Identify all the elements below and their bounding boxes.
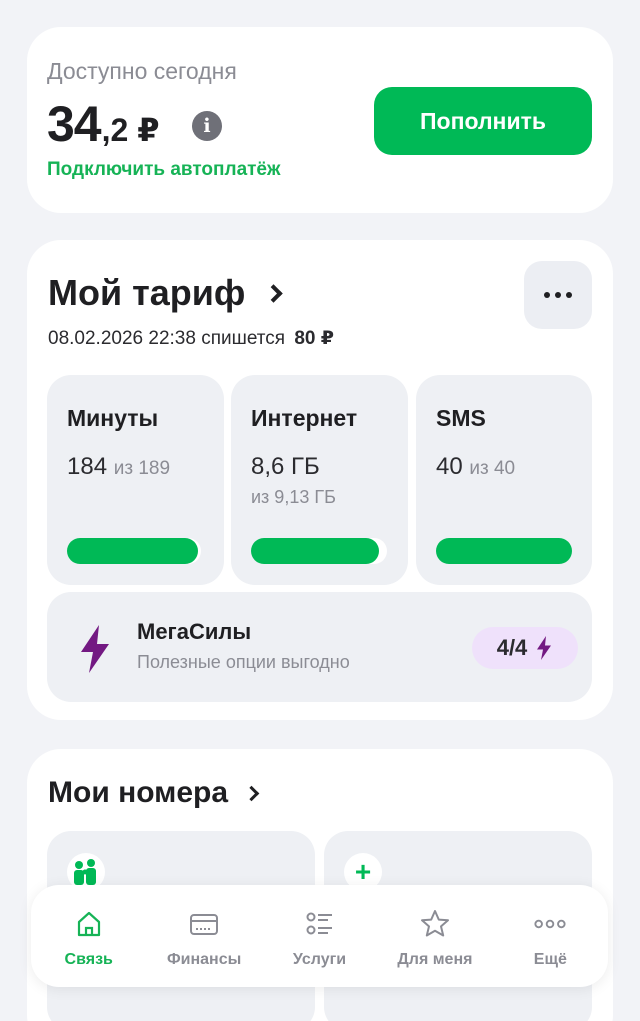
megasily-title: МегаСилы	[137, 619, 252, 644]
megasily-subtitle: Полезные опции выгодно	[137, 652, 350, 672]
star-icon	[418, 907, 452, 941]
nav-item-for-me[interactable]: Для меня	[377, 885, 492, 987]
tariff-title: Мой тариф	[48, 272, 246, 313]
quota-internet[interactable]: Интернет 8,6 ГБ из 9,13 ГБ	[231, 375, 408, 585]
quota-title: SMS	[436, 405, 486, 431]
nav-item-connection[interactable]: Связь	[31, 885, 146, 987]
topup-button[interactable]: Пополнить	[374, 87, 592, 155]
bolt-icon	[81, 625, 109, 673]
balance-amount-fraction: ,2 ₽	[101, 112, 160, 148]
info-icon[interactable]: i	[192, 111, 222, 141]
nav-label: Ещё	[533, 951, 567, 968]
megasily-banner[interactable]: МегаСилы Полезные опции выгодно 4/4	[47, 592, 592, 702]
quota-value-total: из 40	[469, 458, 516, 479]
megasily-count-badge: 4/4	[472, 627, 578, 669]
autopay-link[interactable]: Подключить автоплатёж	[47, 159, 280, 181]
quota-total: из 9,13 ГБ	[251, 487, 336, 507]
numbers-title: Мои номера	[48, 776, 229, 809]
quota-progress-fill	[67, 538, 198, 564]
quota-progress-bar	[436, 538, 572, 564]
nav-item-finance[interactable]: Финансы	[146, 885, 261, 987]
tariff-card: Мой тариф 08.02.2026 22:38 спишется 80 ₽…	[27, 240, 613, 720]
quota-progress-fill	[251, 538, 380, 564]
more-options-button[interactable]	[524, 261, 592, 329]
bottom-nav: Связь Финансы Услуги Для меня Ещё	[31, 885, 608, 987]
bolt-icon	[537, 636, 552, 660]
tariff-title-link[interactable]: Мой тариф	[48, 272, 284, 314]
charge-amount: 80 ₽	[294, 328, 334, 349]
quota-title: Минуты	[67, 405, 159, 431]
quota-value-number: 8,6 ГБ	[251, 453, 320, 480]
more-dot-icon	[555, 292, 561, 298]
quota-sms[interactable]: SMS 40 из 40	[416, 375, 592, 585]
quota-minutes[interactable]: Минуты 184 из 189	[47, 375, 224, 585]
nav-label: Услуги	[292, 951, 347, 968]
nav-label: Финансы	[166, 951, 242, 968]
balance-amount-integer: 34	[47, 96, 102, 152]
numbers-title-link[interactable]: Мои номера	[48, 776, 260, 810]
quota-progress-bar	[67, 538, 201, 564]
quota-value: 184 из 189	[67, 453, 170, 481]
quota-title: Интернет	[251, 405, 358, 431]
balance-card: Доступно сегодня 34 ,2 ₽ i Подключить ав…	[27, 27, 613, 213]
chevron-right-icon	[264, 283, 284, 303]
more-dot-icon	[566, 292, 572, 298]
list-icon	[303, 907, 337, 941]
charge-info: 08.02.2026 22:38 спишется 80 ₽	[48, 327, 334, 350]
charge-date: 08.02.2026 22:38 спишется	[48, 328, 286, 349]
quota-value-total: из 189	[113, 458, 171, 479]
quota-value-number: 40	[436, 453, 463, 480]
quota-progress-fill	[436, 538, 572, 564]
home-icon	[72, 907, 106, 941]
balance-amount: 34 ,2 ₽	[47, 95, 159, 153]
nav-item-services[interactable]: Услуги	[262, 885, 377, 987]
quota-value: 40 из 40	[436, 453, 515, 481]
megasily-count: 4/4	[496, 635, 528, 660]
nav-label: Связь	[64, 951, 113, 968]
quota-progress-bar	[251, 538, 387, 564]
balance-label: Доступно сегодня	[47, 58, 237, 84]
nav-label: Для меня	[397, 951, 473, 968]
quota-value-number: 184	[67, 453, 108, 480]
nav-item-more[interactable]: Ещё	[493, 885, 608, 987]
chevron-right-icon	[243, 785, 260, 801]
more-dots-icon	[533, 907, 567, 941]
quota-value: 8,6 ГБ	[251, 453, 320, 481]
wallet-icon	[187, 907, 221, 941]
more-dot-icon	[544, 292, 550, 298]
